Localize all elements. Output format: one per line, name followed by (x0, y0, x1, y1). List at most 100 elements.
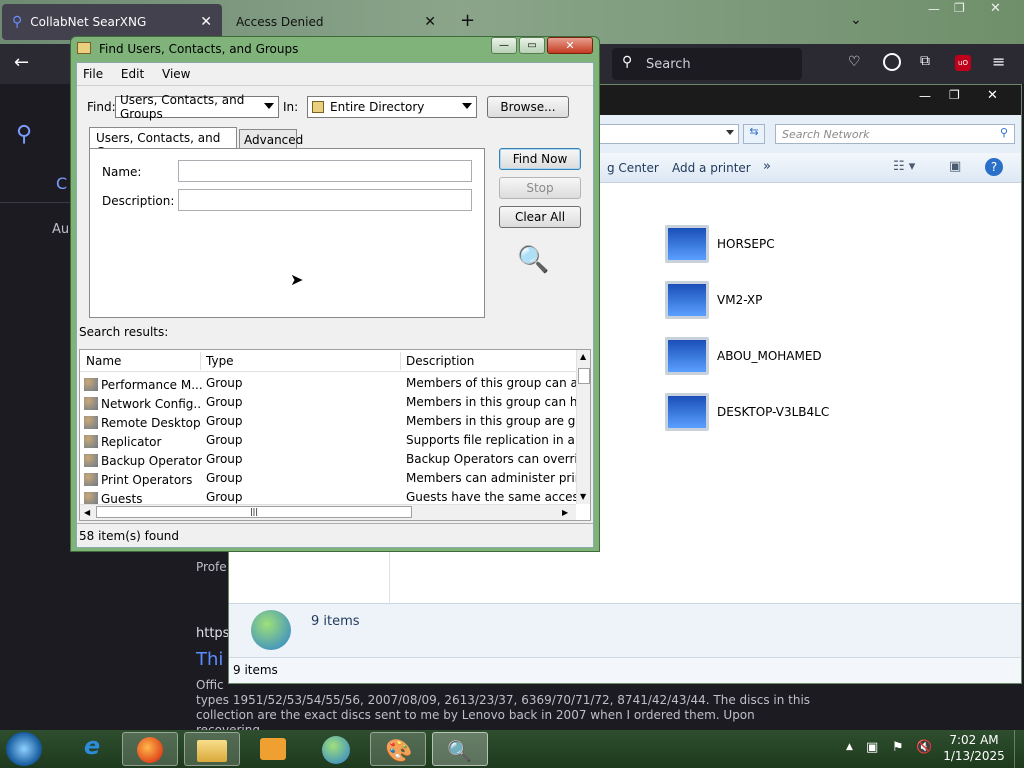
tab-searxng[interactable]: ⚲ CollabNet SearXNG ✕ (2, 4, 222, 40)
clear-all-button[interactable]: Clear All (499, 206, 581, 228)
partial-tab-letter: C (56, 174, 68, 193)
table-row[interactable]: Print Operators Group Members can admini… (80, 469, 580, 488)
group-icon (84, 378, 98, 391)
add-printer-button[interactable]: Add a printer (672, 161, 751, 175)
scroll-thumb[interactable] (578, 368, 590, 384)
start-button[interactable] (6, 732, 42, 766)
search-box[interactable]: ⚲ Search (612, 48, 802, 80)
refresh-icon[interactable]: ⇆ (743, 124, 765, 144)
minimize-icon[interactable]: — (928, 2, 940, 16)
result-description: types 1951/52/53/54/55/56, 2007/08/09, 2… (196, 693, 811, 707)
column-header-type[interactable]: Type (206, 354, 234, 368)
result-url[interactable]: https (196, 626, 229, 641)
menu-icon[interactable]: ≡ (992, 52, 1005, 71)
view-options-icon[interactable]: ☷ ▾ (893, 159, 915, 174)
chevron-down-icon[interactable] (726, 130, 734, 135)
more-button[interactable]: » (763, 159, 771, 174)
firefox-taskbar-button[interactable] (122, 732, 178, 766)
help-icon[interactable]: ? (985, 158, 1003, 176)
in-select[interactable]: Entire Directory (307, 96, 477, 118)
vertical-scrollbar[interactable]: ▲ ▼ (576, 350, 590, 504)
preview-pane-icon[interactable]: ▣ (949, 159, 961, 174)
column-header-name[interactable]: Name (86, 354, 121, 368)
horizontal-scrollbar[interactable]: ◀ ||| ▶ (80, 504, 576, 520)
pocket-icon[interactable]: ♡ (848, 54, 861, 70)
search-placeholder: Search Network (782, 128, 870, 141)
address-dropdown[interactable] (599, 124, 739, 144)
group-icon (84, 435, 98, 448)
row-type: Group (206, 433, 243, 447)
find-select[interactable]: Users, Contacts, and Groups (115, 93, 279, 121)
maximize-icon[interactable]: ❐ (949, 88, 960, 102)
tab-access-denied[interactable]: Access Denied ✕ (226, 4, 446, 40)
description-input[interactable] (178, 189, 472, 211)
scroll-up-icon[interactable]: ▲ (580, 352, 586, 361)
minimize-icon[interactable]: — (491, 37, 517, 54)
close-icon[interactable]: ✕ (424, 14, 436, 30)
search-network-input[interactable]: Search Network ⚲ (775, 124, 1015, 144)
explorer-taskbar-button[interactable] (184, 732, 240, 766)
close-window-icon[interactable]: ✕ (990, 1, 1001, 16)
find-now-button[interactable]: Find Now (499, 148, 581, 170)
browse-button[interactable]: Browse... (487, 96, 569, 118)
stop-button[interactable]: Stop (499, 177, 581, 199)
name-input[interactable] (178, 160, 472, 182)
column-header-description[interactable]: Description (406, 354, 474, 368)
table-row[interactable]: Remote Desktop... Group Members in this … (80, 412, 580, 431)
maximize-icon[interactable]: ▭ (519, 37, 545, 54)
tab-panel: Name: Description: (89, 148, 485, 318)
result-heading[interactable]: Thi (196, 650, 223, 670)
paint-taskbar-button[interactable]: 🎨 (370, 732, 426, 766)
menu-view[interactable]: View (162, 67, 190, 81)
show-desktop-button[interactable] (1014, 730, 1024, 768)
minimize-icon[interactable]: — (919, 89, 931, 103)
menu-file[interactable]: File (83, 67, 103, 81)
menu-edit[interactable]: Edit (121, 67, 144, 81)
search-icon: ⚲ (12, 14, 23, 30)
scroll-thumb[interactable]: ||| (96, 506, 412, 518)
divider (77, 85, 593, 86)
table-row[interactable]: Backup Operators Group Backup Operators … (80, 450, 580, 469)
scroll-right-icon[interactable]: ▶ (562, 508, 568, 517)
scroll-down-icon[interactable]: ▼ (580, 492, 586, 501)
tab-advanced[interactable]: Advanced (239, 129, 303, 149)
results-list: Name Type Description Performance M... G… (79, 349, 591, 521)
chevron-down-icon[interactable]: ⌄ (850, 12, 862, 28)
tab-users-contacts-groups[interactable]: Users, Contacts, and Groups (89, 127, 237, 159)
chevron-down-icon (264, 103, 274, 109)
close-icon[interactable]: ✕ (547, 37, 593, 54)
clock[interactable]: 7:02 AM 1/13/2025 (938, 732, 1010, 764)
network-status-icon[interactable]: ▣ (866, 740, 878, 755)
show-hidden-icons-icon[interactable]: ▲ (846, 742, 853, 752)
dialog-body: File Edit View Find: Users, Contacts, an… (76, 62, 594, 548)
table-row[interactable]: Performance M... Group Members of this g… (80, 374, 580, 393)
row-description: Members of this group can acce (406, 376, 576, 390)
ublock-icon[interactable]: uO (955, 55, 971, 71)
find-taskbar-button[interactable]: 🔍 (432, 732, 488, 766)
network-center-button[interactable]: g Center (607, 161, 659, 175)
details-count: 9 items (311, 614, 360, 629)
scroll-left-icon[interactable]: ◀ (84, 508, 90, 517)
internet-explorer-icon[interactable]: e (64, 732, 120, 766)
table-row[interactable]: Network Config... Group Members in this … (80, 393, 580, 412)
new-tab-button[interactable]: + (460, 10, 475, 31)
row-type: Group (206, 471, 243, 485)
search-placeholder: Search (646, 57, 691, 72)
maximize-icon[interactable]: ❐ (954, 1, 965, 15)
row-name: Performance M... (101, 378, 202, 392)
close-icon[interactable]: ✕ (200, 14, 212, 30)
volume-muted-icon[interactable]: 🔇 (916, 740, 932, 755)
back-arrow-icon[interactable]: ← (14, 52, 29, 73)
media-player-taskbar-button[interactable] (246, 732, 302, 766)
status-text: 9 items (233, 663, 278, 677)
action-center-flag-icon[interactable]: ⚑ (892, 740, 904, 755)
directory-icon (312, 101, 324, 113)
account-icon[interactable] (883, 53, 901, 71)
in-label: In: (283, 100, 299, 114)
search-icon: ⚲ (622, 54, 633, 70)
table-row[interactable]: Replicator Group Supports file replicati… (80, 431, 580, 450)
extensions-icon[interactable]: ⧉ (920, 53, 930, 69)
close-icon[interactable]: ✕ (987, 88, 998, 103)
network-taskbar-button[interactable] (308, 732, 364, 766)
computer-name: DESKTOP-V3LB4LC (717, 405, 830, 419)
